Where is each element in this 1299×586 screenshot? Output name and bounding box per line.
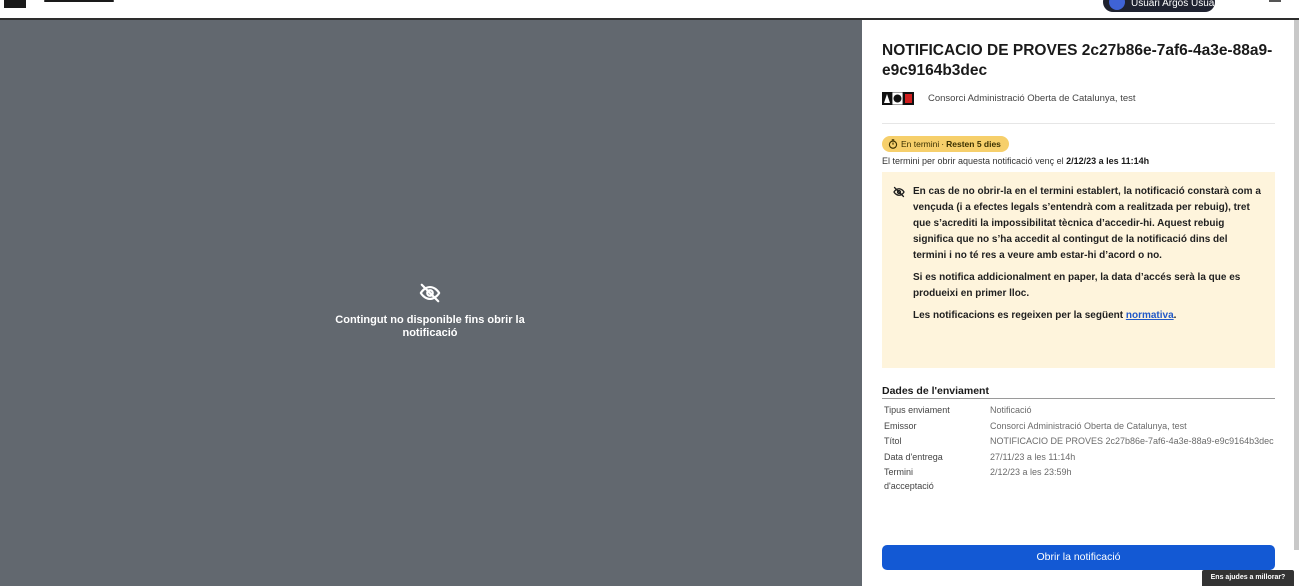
notification-panel: NOTIFICACIO DE PROVES 2c27b86e-7af6-4a3e… (862, 20, 1299, 586)
detail-label: Termini d'acceptació (884, 467, 934, 491)
avatar (1109, 0, 1125, 10)
warning-paragraph: Les notificacions es regeixen per la seg… (913, 308, 1263, 324)
top-bar: Usuari Argos Usuari (0, 0, 1299, 20)
divider (882, 123, 1275, 124)
deadline-prefix: El termini per obrir aquesta notificació… (882, 156, 1067, 166)
content-preview: Contingut no disponible fins obrir la no… (0, 20, 862, 586)
aoc-logo-icon[interactable] (4, 0, 26, 8)
detail-value: Notificació (990, 405, 1032, 415)
detail-value: Consorci Administració Oberta de Catalun… (990, 420, 1187, 431)
detail-label: Tipus enviament (884, 405, 950, 415)
warning-paragraph: Si es notifica addicionalment en paper, … (913, 272, 1241, 299)
notification-title: NOTIFICACIO DE PROVES 2c27b86e-7af6-4a3e… (882, 42, 1273, 79)
deadline-value: 2/12/23 a les 11:14h (1066, 156, 1150, 166)
detail-value: 27/11/23 a les 11:14h (990, 451, 1076, 462)
scrollbar[interactable] (1294, 20, 1299, 550)
detail-value: 2/12/23 a les 23:59h (990, 467, 1072, 477)
unavailable-message: Contingut no disponible fins obrir la no… (335, 314, 525, 339)
status-badge: En termini · Resten 5 dies (882, 136, 1009, 152)
top-nav-link[interactable] (44, 0, 114, 2)
detail-label: Títol (884, 436, 902, 446)
aoc-logo-icon (882, 92, 914, 105)
detail-row: Títol NOTIFICACIO DE PROVES 2c27b86e-7af… (884, 435, 1277, 449)
status-label: En termini (901, 139, 940, 149)
details-table: Tipus enviament Notificació Emissor Cons… (884, 404, 1277, 491)
preview-placeholder: Contingut no disponible fins obrir la no… (330, 282, 530, 340)
organization-name: Consorci Administració Oberta de Catalun… (928, 93, 1136, 104)
user-menu-button[interactable]: Usuari Argos Usuari (1103, 0, 1215, 12)
warning-paragraph-text: Les notificacions es regeixen per la seg… (913, 310, 1126, 321)
detail-label: Emissor (884, 420, 917, 431)
warning-text: En cas de no obrir-la en el termini esta… (913, 184, 1263, 324)
warning-paragraph-end: . (1173, 310, 1177, 321)
detail-value: NOTIFICACIO DE PROVES 2c27b86e-7af6-4a3e… (990, 436, 1274, 446)
deadline-text: El termini per obrir aquesta notificació… (882, 156, 1149, 166)
warning-box: En cas de no obrir-la en el termini esta… (882, 172, 1275, 368)
warning-paragraph: En cas de no obrir-la en el termini esta… (913, 186, 1261, 261)
detail-row: Tipus enviament Notificació (884, 404, 1277, 418)
timer-icon (888, 139, 898, 149)
normativa-link[interactable]: normativa (1126, 310, 1174, 321)
status-separator: · (941, 139, 945, 149)
detail-row: Termini d'acceptació 2/12/23 a les 23:59… (884, 466, 1277, 491)
detail-row: Emissor Consorci Administració Oberta de… (884, 420, 1277, 434)
open-notification-button[interactable]: Obrir la notificació (882, 545, 1275, 570)
status-remaining: Resten 5 dies (946, 139, 1001, 149)
eye-off-icon (893, 186, 905, 198)
menu-icon[interactable] (1269, 0, 1281, 3)
app-window: Usuari Argos Usuari Contingut no disponi… (0, 0, 1299, 586)
user-name: Usuari Argos Usuari (1131, 0, 1215, 9)
feedback-button[interactable]: Ens ajudes a millorar? (1202, 570, 1294, 586)
detail-row: Data d'entrega 27/11/23 a les 11:14h (884, 451, 1277, 465)
detail-label: Data d'entrega (884, 451, 943, 462)
eye-off-icon (419, 283, 441, 303)
details-title: Dades de l'enviament (882, 385, 1275, 399)
